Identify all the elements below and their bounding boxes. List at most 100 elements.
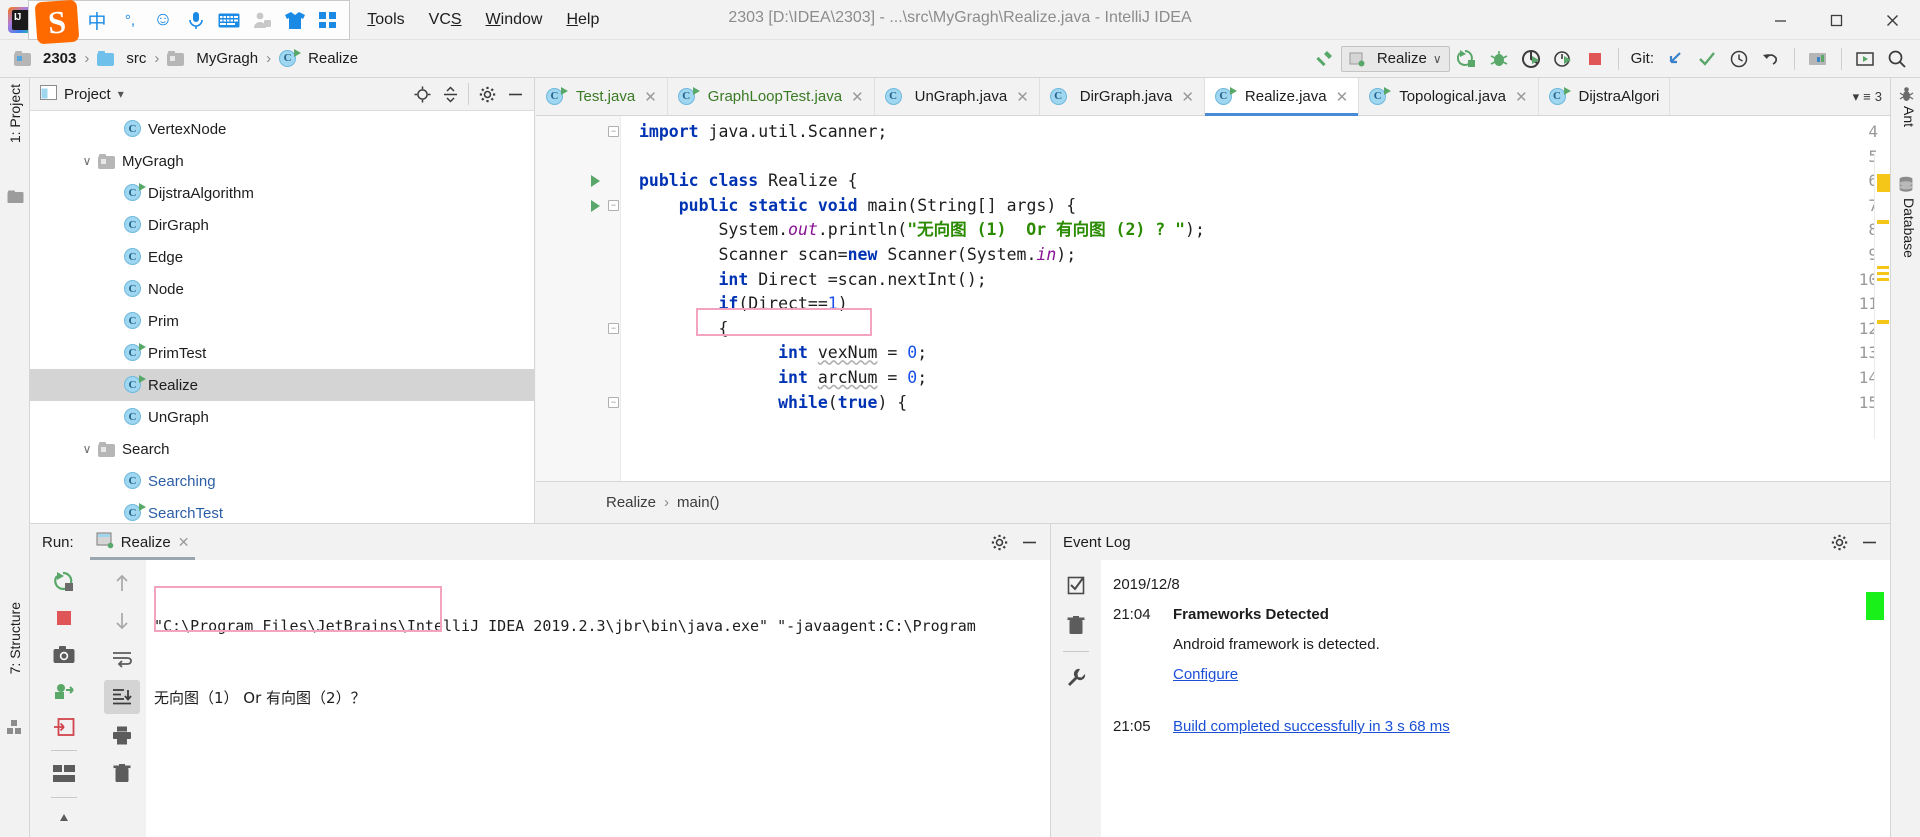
hide-icon[interactable] bbox=[502, 81, 528, 107]
tab-list-icon[interactable]: ≡ bbox=[1863, 89, 1871, 104]
clear-all-icon[interactable] bbox=[104, 756, 140, 790]
tree-node-dijstraalgorithm[interactable]: CDijstraAlgorithm bbox=[30, 177, 534, 209]
close-icon[interactable]: ✕ bbox=[851, 88, 864, 106]
tree-node-searching[interactable]: CSearching bbox=[30, 465, 534, 497]
chevron-down-icon[interactable]: ▾ bbox=[118, 87, 124, 101]
event-log-entry-2[interactable]: 21:05 Build completed successfully in 3 … bbox=[1113, 712, 1890, 742]
tree-node-vertexnode[interactable]: CVertexNode bbox=[30, 113, 534, 145]
run-panel-left-tools[interactable] bbox=[30, 560, 98, 837]
toolbar-actions[interactable]: Realize ∨ Git: bbox=[1309, 45, 1920, 73]
sidebar-item-structure[interactable]: 7: Structure bbox=[7, 602, 23, 674]
tree-node-searchtest[interactable]: CSearchTest bbox=[30, 497, 534, 523]
hide-icon[interactable] bbox=[1016, 529, 1042, 555]
error-stripe[interactable] bbox=[1874, 154, 1890, 439]
event-log-link-row-1[interactable]: Configure bbox=[1113, 660, 1890, 690]
clear-icon[interactable] bbox=[1058, 608, 1094, 642]
gutter-run-icon[interactable] bbox=[591, 175, 600, 187]
menu-item-window[interactable]: Window bbox=[474, 7, 555, 33]
debug-icon[interactable] bbox=[1484, 45, 1514, 73]
breadcrumb-item-class[interactable]: C Realize bbox=[275, 48, 362, 70]
event-log-actions[interactable] bbox=[1826, 529, 1882, 555]
code-line-12[interactable]: { bbox=[639, 317, 728, 342]
build-hammer-icon[interactable] bbox=[1309, 45, 1339, 73]
console-output[interactable]: "C:\Program Files\JetBrains\IntelliJ IDE… bbox=[146, 560, 1050, 837]
code-line-6[interactable]: public class Realize { bbox=[639, 169, 858, 194]
mark-read-icon[interactable] bbox=[1058, 568, 1094, 602]
menu-item-vcs[interactable]: VCS bbox=[417, 7, 474, 33]
locate-icon[interactable] bbox=[409, 81, 435, 107]
tab-overflow-indicator[interactable]: ▾≡3 bbox=[1845, 78, 1890, 115]
editor-tab-ungraph-java[interactable]: CUnGraph.java✕ bbox=[875, 78, 1040, 115]
sidebar-item-database[interactable]: Database bbox=[1901, 198, 1917, 258]
code-line-15[interactable]: while(true) { bbox=[639, 391, 907, 416]
pin-icon[interactable] bbox=[46, 805, 82, 837]
settings-wrench-icon[interactable] bbox=[1058, 661, 1094, 695]
tree-node-prim[interactable]: CPrim bbox=[30, 305, 534, 337]
tree-node-mygragh[interactable]: ∨MyGragh bbox=[30, 145, 534, 177]
close-icon[interactable]: ✕ bbox=[1336, 88, 1349, 106]
chevron-down-icon[interactable]: ▾ bbox=[1853, 89, 1860, 105]
run-with-coverage-icon[interactable] bbox=[1516, 45, 1546, 73]
tree-node-dirgraph[interactable]: CDirGraph bbox=[30, 209, 534, 241]
code-line-8[interactable]: System.out.println("无向图 (1) Or 有向图 (2) ?… bbox=[639, 218, 1205, 243]
editor-gutter[interactable] bbox=[536, 116, 621, 481]
stop-icon[interactable] bbox=[1580, 45, 1610, 73]
configure-link[interactable]: Configure bbox=[1173, 660, 1238, 690]
profile-icon[interactable] bbox=[1548, 45, 1578, 73]
rerun-icon[interactable] bbox=[46, 566, 82, 598]
code-line-10[interactable]: int Direct =scan.nextInt(); bbox=[639, 268, 987, 293]
soft-keyboard-icon[interactable] bbox=[214, 5, 244, 35]
soft-wrap-icon[interactable] bbox=[104, 642, 140, 676]
editor-tab-topological-java[interactable]: CTopological.java✕ bbox=[1359, 78, 1538, 115]
settings-gear-icon[interactable] bbox=[986, 529, 1012, 555]
scroll-to-end-icon[interactable] bbox=[104, 680, 140, 714]
minimize-button[interactable] bbox=[1752, 0, 1808, 40]
user-account-icon[interactable] bbox=[247, 5, 277, 35]
code-fold-icon[interactable]: − bbox=[608, 126, 619, 137]
tree-node-search[interactable]: ∨Search bbox=[30, 433, 534, 465]
breadcrumb-item-src[interactable]: src bbox=[93, 48, 150, 69]
sidebar-item-project[interactable]: 1: Project bbox=[7, 84, 23, 143]
history-icon[interactable] bbox=[1724, 45, 1754, 73]
export-icon[interactable] bbox=[46, 711, 82, 743]
run-configuration-selector[interactable]: Realize ∨ bbox=[1341, 46, 1450, 72]
code-line-13[interactable]: int vexNum = 0; bbox=[639, 341, 927, 366]
preview-icon[interactable] bbox=[1850, 45, 1880, 73]
settings-gear-icon[interactable] bbox=[1826, 529, 1852, 555]
tree-node-node[interactable]: CNode bbox=[30, 273, 534, 305]
voice-input-icon[interactable] bbox=[181, 5, 211, 35]
project-panel-actions[interactable] bbox=[409, 81, 528, 107]
project-tree[interactable]: CVertexNode∨MyGraghCDijstraAlgorithmCDir… bbox=[30, 111, 534, 523]
editor-breadcrumb[interactable]: Realize › main() bbox=[536, 481, 1890, 523]
toolbox-icon[interactable] bbox=[313, 5, 343, 35]
ant-icon[interactable] bbox=[1891, 86, 1920, 103]
layout-settings-icon[interactable] bbox=[46, 758, 82, 790]
close-icon[interactable]: ✕ bbox=[1016, 88, 1029, 106]
tree-expander-icon[interactable]: ∨ bbox=[76, 154, 98, 168]
print-icon[interactable] bbox=[104, 718, 140, 752]
database-icon[interactable] bbox=[1891, 176, 1920, 193]
event-log-content[interactable]: 2019/12/8 21:04 Frameworks Detected Andr… bbox=[1101, 560, 1890, 837]
scroll-up-icon[interactable] bbox=[104, 566, 140, 600]
close-button[interactable] bbox=[1864, 0, 1920, 40]
collapse-all-icon[interactable] bbox=[437, 81, 463, 107]
breadcrumb-item-package[interactable]: MyGragh bbox=[163, 48, 262, 69]
editor-breadcrumb-class[interactable]: Realize bbox=[606, 494, 656, 511]
tree-expander-icon[interactable]: ∨ bbox=[76, 442, 98, 456]
gutter-run-icon[interactable] bbox=[591, 200, 600, 212]
code-line-7[interactable]: public static void main(String[] args) { bbox=[639, 194, 1076, 219]
tree-node-edge[interactable]: CEdge bbox=[30, 241, 534, 273]
window-controls[interactable] bbox=[1752, 0, 1920, 40]
punctuation-icon[interactable]: °, bbox=[115, 5, 145, 35]
code-editor[interactable]: 4−567−89101112−131415− import java.util.… bbox=[536, 116, 1890, 481]
close-icon[interactable]: ✕ bbox=[1515, 88, 1528, 106]
skin-icon[interactable] bbox=[280, 5, 310, 35]
editor-tab-graphlooptest-java[interactable]: CGraphLoopTest.java✕ bbox=[668, 78, 875, 115]
project-panel-title-group[interactable]: Project ▾ bbox=[40, 85, 124, 104]
build-completed-link[interactable]: Build completed successfully in 3 s 68 m… bbox=[1173, 712, 1450, 742]
update-project-icon[interactable] bbox=[1660, 45, 1690, 73]
run-panel-actions[interactable] bbox=[986, 529, 1042, 555]
close-icon[interactable]: ✕ bbox=[178, 534, 190, 551]
editor-breadcrumb-method[interactable]: main() bbox=[677, 494, 720, 511]
menu-item-tools[interactable]: Tools bbox=[355, 7, 416, 33]
